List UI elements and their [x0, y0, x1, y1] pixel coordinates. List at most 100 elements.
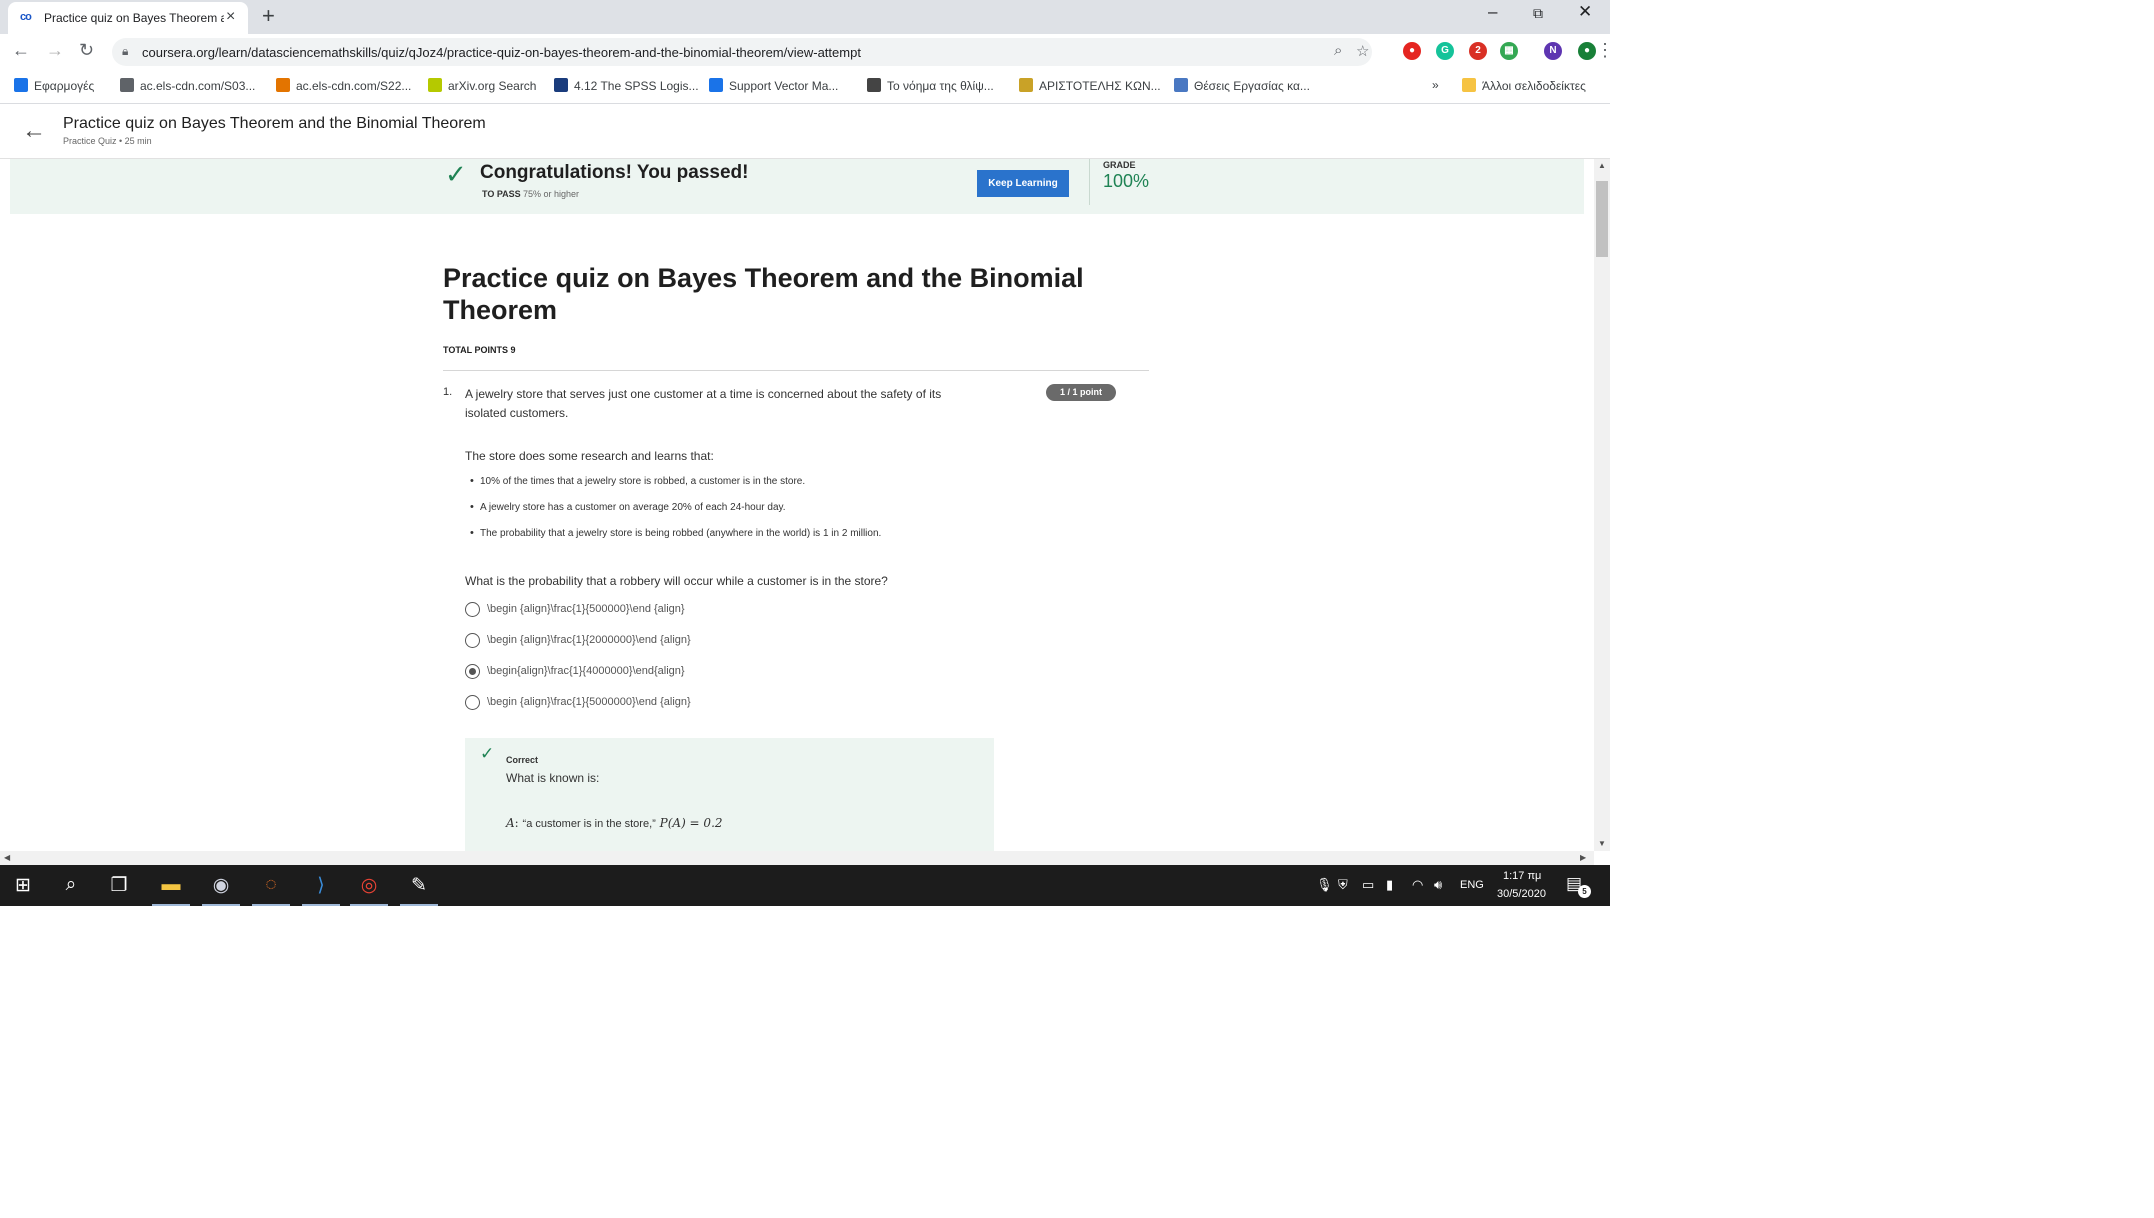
puzzle-extension-icon[interactable]: ▦	[1500, 42, 1518, 60]
bookmark-label: ac.els-cdn.com/S03...	[140, 79, 256, 93]
task-view-icon[interactable]: ❐	[96, 865, 142, 906]
math-expression: P(A) = 0.2	[659, 816, 723, 830]
notifications-count: 5	[1578, 885, 1591, 898]
scroll-right-icon[interactable]: ▶	[1580, 853, 1586, 862]
tab-close-icon[interactable]: ×	[226, 8, 235, 26]
keep-learning-button[interactable]: Keep Learning	[977, 170, 1069, 197]
profile-avatar[interactable]: N	[1544, 42, 1562, 60]
quiz-title: Practice quiz on Bayes Theorem and the B…	[443, 263, 1084, 325]
bookmark-item[interactable]: arXiv.org Search	[428, 78, 536, 93]
back-button[interactable]: ←	[12, 40, 30, 61]
search-icon[interactable]: ⌕	[48, 865, 94, 906]
header-subtitle: Practice Quiz • 25 min	[63, 136, 152, 146]
scroll-left-icon[interactable]: ◀	[4, 853, 10, 862]
to-pass-label: TO PASS	[482, 189, 521, 199]
app-glyph: ⟩	[317, 875, 325, 896]
option-label: \begin {align}\frac{1}{2000000}\end {ali…	[487, 634, 691, 646]
lock-icon: 🔒︎	[122, 44, 129, 58]
bookmark-item[interactable]: Το νόημα της θλίψ...	[867, 78, 994, 93]
tab-title: Practice quiz on Bayes Theorem a	[44, 11, 224, 25]
radio-button[interactable]	[465, 633, 480, 648]
reload-button[interactable]: ↻	[79, 40, 94, 61]
new-tab-button[interactable]: +	[262, 3, 275, 29]
bookmark-label: 4.12 The SPSS Logis...	[574, 79, 699, 93]
bookmark-star-icon[interactable]: ☆	[1356, 42, 1369, 60]
restore-button[interactable]: ⧉	[1533, 5, 1543, 22]
course-header: ← Practice quiz on Bayes Theorem and the…	[0, 105, 1610, 159]
horizontal-scrollbar[interactable]: ◀ ▶	[0, 851, 1594, 865]
minimize-button[interactable]: –	[1488, 2, 1497, 22]
radio-button[interactable]	[465, 695, 480, 710]
close-window-button[interactable]: ✕	[1578, 2, 1592, 22]
bookmarks-bar: Εφαρμογές ac.els-cdn.com/S03... ac.els-cdn…	[0, 70, 1610, 104]
app-glyph: ✎	[411, 875, 427, 896]
battery-icon[interactable]: ▮	[1386, 877, 1393, 893]
address-bar[interactable]: 🔒︎ coursera.org/learn/datasciencemathski…	[112, 38, 1372, 66]
vertical-scrollbar[interactable]: ▲ ▼	[1594, 159, 1610, 851]
banner-title: Congratulations! You passed!	[480, 162, 749, 183]
passed-banner: ✓ Congratulations! You passed! TO PASS 7…	[10, 159, 1584, 214]
tab-strip: co Practice quiz on Bayes Theorem a × + …	[0, 0, 1610, 34]
volume-icon[interactable]: 🔊︎	[1434, 877, 1442, 893]
back-arrow-icon[interactable]: ←	[22, 117, 46, 145]
security-icon[interactable]: ⛨	[1338, 877, 1348, 893]
bookmark-item[interactable]: Εφαρμογές	[14, 78, 94, 93]
total-points: TOTAL POINTS 9	[443, 345, 516, 355]
app-glyph: ⌕	[65, 874, 77, 895]
bookmark-item[interactable]: ac.els-cdn.com/S22...	[276, 78, 411, 93]
paint-icon[interactable]: ✎	[396, 865, 442, 906]
header-title: Practice quiz on Bayes Theorem and the B…	[63, 115, 486, 132]
active-indicator	[400, 904, 438, 906]
display-icon[interactable]: ▭	[1362, 877, 1374, 893]
bookmarks-overflow-button[interactable]: »	[1432, 78, 1439, 92]
red-extension-icon[interactable]: ●	[1403, 42, 1421, 60]
bookmark-label: ac.els-cdn.com/S22...	[296, 79, 412, 93]
language-indicator[interactable]: ENG	[1460, 879, 1484, 891]
app-icon[interactable]: ◉	[198, 865, 244, 906]
chrome-icon[interactable]: ◎	[346, 865, 392, 906]
forward-button[interactable]: →	[46, 40, 64, 61]
microphone-icon[interactable]: 🎙︎	[1316, 877, 1333, 893]
clock-time[interactable]: 1:17 πμ	[1503, 870, 1541, 882]
tab-quiz[interactable]: co Practice quiz on Bayes Theorem a ×	[8, 2, 248, 34]
bookmark-item[interactable]: Θέσεις Εργασίας κα...	[1174, 78, 1310, 93]
file-explorer-icon[interactable]: ▬	[148, 865, 194, 906]
bookmark-item[interactable]: 4.12 The SPSS Logis...	[554, 78, 699, 93]
green-extension-icon[interactable]: ●	[1578, 42, 1596, 60]
clock-date[interactable]: 30/5/2020	[1497, 888, 1546, 900]
apps-grid-icon	[14, 78, 28, 92]
scroll-down-icon[interactable]: ▼	[1598, 839, 1606, 848]
feedback-box: ✓ Correct What is known is: A: “a custom…	[465, 738, 994, 865]
scroll-up-icon[interactable]: ▲	[1598, 161, 1606, 170]
active-indicator	[302, 904, 340, 906]
other-bookmarks-folder[interactable]: Άλλοι σελιδοδείκτες	[1462, 78, 1586, 93]
scrollbar-thumb[interactable]	[1596, 181, 1608, 257]
radio-button[interactable]	[465, 664, 480, 679]
to-pass-value: 75% or higher	[523, 189, 580, 199]
bookmark-item[interactable]: Support Vector Ma...	[709, 78, 838, 93]
grade-label: GRADE	[1103, 160, 1136, 170]
radio-button[interactable]	[465, 602, 480, 617]
start-button[interactable]: ⊞	[0, 865, 46, 906]
bookmark-item[interactable]: ac.els-cdn.com/S03...	[120, 78, 255, 93]
menu-icon[interactable]: ⋮	[1596, 40, 1610, 61]
list-item: A jewelry store has a customer on averag…	[470, 501, 1070, 528]
active-indicator	[350, 904, 388, 906]
app-glyph: ⊞	[15, 875, 31, 896]
vscode-icon[interactable]: ⟩	[298, 865, 344, 906]
feedback-math: A: “a customer is in the store,” P(A) = …	[506, 816, 723, 830]
facts-list: 10% of the times that a jewelry store is…	[470, 475, 1070, 554]
list-item: 10% of the times that a jewelry store is…	[470, 475, 1070, 502]
jupyter-icon[interactable]: ◌	[248, 865, 294, 906]
option-label: \begin {align}\frac{1}{5000000}\end {ali…	[487, 696, 691, 708]
url-text: coursera.org/learn/datasciencemathskills…	[142, 45, 861, 60]
bookmark-favicon-icon	[428, 78, 442, 92]
zoom-icon[interactable]: ⌕	[1334, 42, 1342, 59]
shield-extension-icon[interactable]: 2	[1469, 42, 1487, 60]
active-indicator	[152, 904, 190, 906]
grade-value: 100%	[1103, 171, 1150, 191]
bookmark-item[interactable]: ΑΡΙΣΤΟΤΕΛΗΣ ΚΩΝ...	[1019, 78, 1161, 93]
grammarly-icon[interactable]: G	[1436, 42, 1454, 60]
bookmark-label: Support Vector Ma...	[729, 79, 839, 93]
wifi-icon[interactable]: ◠	[1412, 877, 1423, 893]
